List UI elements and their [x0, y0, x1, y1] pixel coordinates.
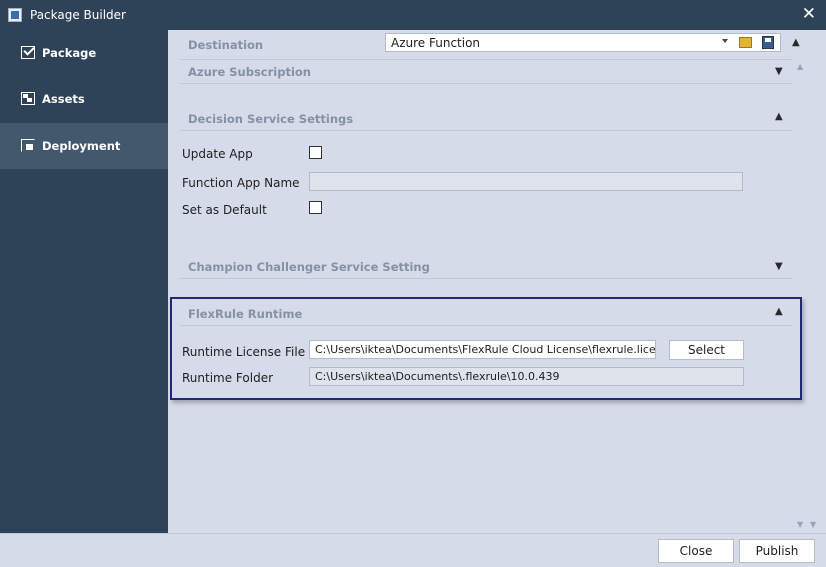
publish-button[interactable]: Publish [739, 539, 815, 563]
divider [180, 83, 792, 84]
sidebar-item-deployment[interactable]: Deployment [0, 123, 168, 169]
title-bar: Package Builder ✕ [0, 0, 826, 30]
divider [180, 59, 792, 60]
open-folder-icon[interactable] [739, 37, 752, 48]
scrollbar-down-arrow[interactable]: ▼ [797, 520, 803, 529]
decision-service-header[interactable]: Decision Service Settings [188, 112, 353, 126]
update-app-label: Update App [182, 147, 253, 161]
save-icon[interactable] [762, 36, 774, 49]
sidebar-item-label: Assets [42, 92, 85, 106]
divider [180, 130, 792, 131]
set-default-checkbox[interactable] [309, 201, 322, 214]
destination-label: Destination [188, 38, 264, 52]
sidebar-item-assets[interactable]: Assets [0, 76, 168, 122]
champion-challenger-header[interactable]: Champion Challenger Service Setting [188, 260, 430, 274]
runtime-highlight-box [170, 297, 802, 400]
sidebar-item-label: Package [42, 46, 97, 60]
set-default-label: Set as Default [182, 203, 267, 217]
app-icon [8, 8, 22, 22]
function-app-name-label: Function App Name [182, 176, 300, 190]
scrollbar-down-arrow-2[interactable]: ▼ [810, 520, 816, 529]
update-app-checkbox[interactable] [309, 146, 322, 159]
content-panel: Destination Azure Function ▲ Azure Subsc… [168, 30, 826, 533]
chevron-down-icon[interactable]: ▼ [775, 66, 783, 77]
scrollbar-up-arrow[interactable]: ▲ [797, 62, 803, 71]
deploy-icon [21, 139, 35, 152]
sidebar: Package Assets Deployment [0, 30, 168, 533]
dialog-footer: Close Publish [0, 533, 826, 567]
chevron-down-icon[interactable]: ▼ [775, 261, 783, 272]
destination-value: Azure Function [391, 36, 481, 50]
dropdown-arrow-icon[interactable] [722, 39, 728, 43]
scroll-up-arrow[interactable]: ▲ [792, 37, 800, 48]
check-icon [21, 46, 35, 59]
close-button[interactable]: Close [658, 539, 734, 563]
chevron-up-icon[interactable]: ▲ [775, 111, 783, 122]
window-close-button[interactable]: ✕ [802, 5, 816, 23]
window-title: Package Builder [30, 8, 126, 22]
destination-combobox[interactable]: Azure Function [385, 33, 781, 52]
azure-subscription-header[interactable]: Azure Subscription [188, 65, 311, 79]
function-app-name-input[interactable] [309, 172, 743, 191]
assets-icon [21, 92, 35, 105]
divider [180, 278, 792, 279]
sidebar-item-label: Deployment [42, 139, 121, 153]
sidebar-item-package[interactable]: Package [0, 30, 168, 76]
